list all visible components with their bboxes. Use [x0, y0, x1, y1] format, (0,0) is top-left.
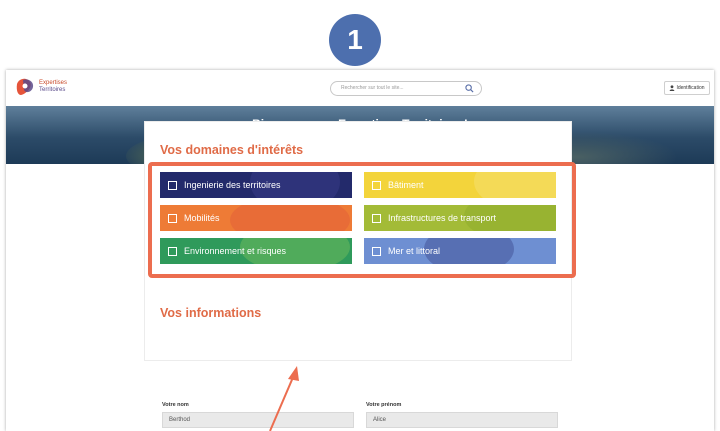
login-button[interactable]: Identification	[664, 81, 710, 95]
search-placeholder: Rechercher sur tout le site...	[341, 85, 404, 91]
person-icon	[670, 85, 675, 91]
logo-line-2: Territoires	[39, 87, 66, 93]
login-label: Identification	[676, 85, 705, 91]
first-name-field[interactable]: Alice	[366, 412, 558, 428]
last-name-field[interactable]: Berthod	[162, 412, 354, 428]
top-bar: Expertises Territoires Rechercher sur to…	[6, 70, 714, 106]
info-section-title: Vos informations	[160, 306, 262, 320]
expertises-territoires-logo-icon	[16, 78, 34, 95]
domains-highlight-frame	[148, 162, 576, 278]
step-number-badge: 1	[329, 14, 381, 66]
last-name-label: Votre nom	[162, 402, 189, 408]
logo-line-1: Expertises	[39, 80, 68, 86]
search-icon[interactable]	[465, 84, 474, 93]
first-name-label: Votre prénom	[366, 402, 402, 408]
domains-section-title: Vos domaines d'intérêts	[160, 143, 304, 157]
search-input[interactable]: Rechercher sur tout le site...	[330, 81, 482, 96]
logo-text: Expertises Territoires	[39, 80, 67, 94]
site-logo[interactable]: Expertises Territoires	[14, 76, 67, 98]
